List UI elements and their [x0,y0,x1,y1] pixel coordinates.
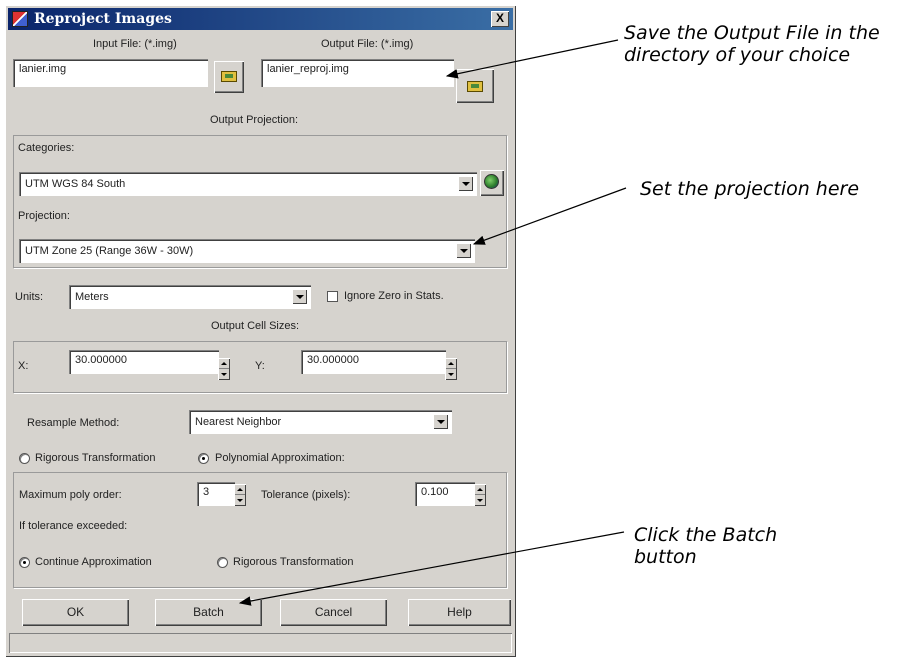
save-output-callout: Save the Output File in the directory of… [624,22,880,66]
set-projection-arrow [472,187,627,245]
click-batch-arrow [238,531,625,606]
set-projection-callout: Set the projection here [640,178,860,200]
save-output-arrow [445,39,619,79]
click-batch-callout: Click the Batch button [634,524,778,568]
